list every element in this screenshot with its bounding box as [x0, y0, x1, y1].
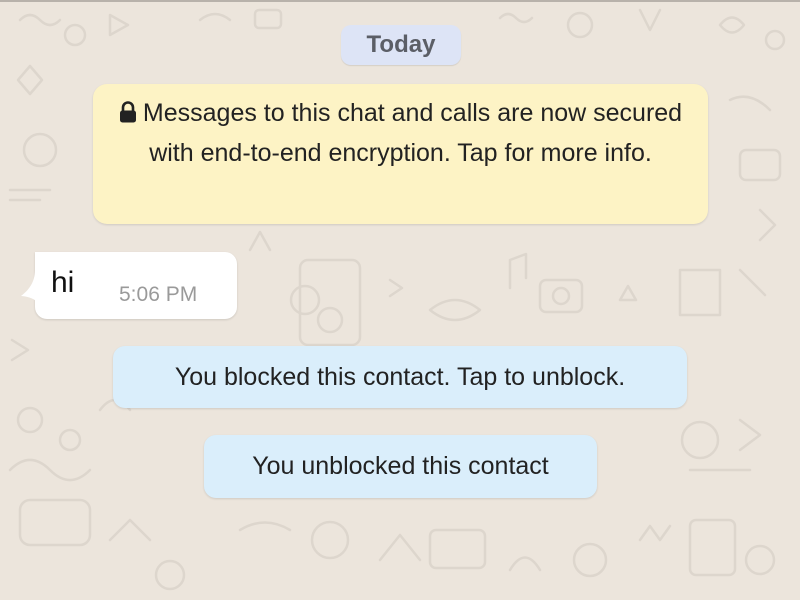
message-timestamp: 5:06 PM — [119, 283, 198, 306]
bubble-tail — [21, 252, 37, 302]
encryption-notice-text: Messages to this chat and calls are now … — [142, 99, 683, 167]
encryption-notice[interactable]: Messages to this chat and calls are now … — [93, 84, 708, 224]
date-separator-label: Today — [366, 31, 436, 58]
lock-icon — [119, 96, 137, 134]
top-divider — [0, 0, 800, 2]
unblocked-contact-notice: You unblocked this contact — [204, 435, 597, 498]
message-text: hi — [51, 266, 75, 299]
date-separator: Today — [341, 25, 461, 65]
unblocked-contact-notice-text: You unblocked this contact — [252, 452, 549, 480]
message-bubble-incoming[interactable]: hi 5:06 PM — [21, 252, 237, 319]
blocked-contact-notice[interactable]: You blocked this contact. Tap to unblock… — [113, 346, 687, 408]
blocked-contact-notice-text: You blocked this contact. Tap to unblock… — [174, 362, 626, 391]
